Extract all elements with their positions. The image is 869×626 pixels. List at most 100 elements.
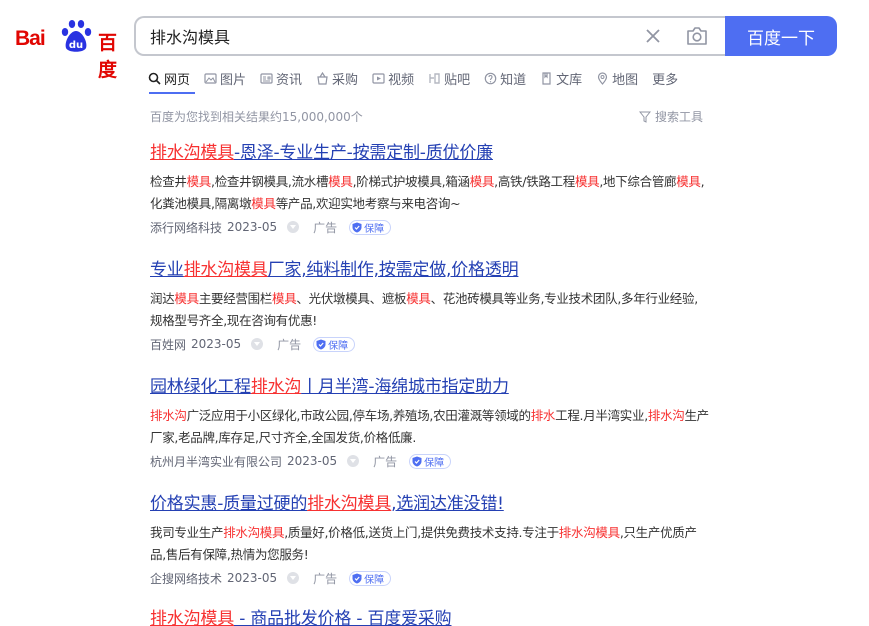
camera-icon[interactable] (686, 26, 708, 46)
result-meta: 企搜网络技术 2023-05 广告 保障 (150, 568, 710, 588)
text-segment: 等产品,欢迎实地考察与来电咨询~ (275, 196, 461, 211)
tab-more[interactable]: 更多 (652, 66, 678, 90)
tab-news[interactable]: 资讯 (260, 66, 302, 90)
tab-label: 更多 (652, 72, 679, 88)
ad-dropdown-icon[interactable] (251, 338, 264, 350)
search-tools-label: 搜索工具 (655, 110, 704, 124)
result-meta: 百姓网 2023-05 广告 保障 (150, 334, 710, 354)
result-item: 价格实惠-质量过硬的排水沟模具,选润达准没错! 我司专业生产排水沟模具,质量好,… (150, 489, 710, 588)
highlighted-keyword: 排水沟 (250, 377, 302, 397)
highlighted-keyword: 模具 (574, 174, 600, 189)
tab-map[interactable]: 地图 (596, 66, 638, 90)
text-segment: 检查井 (150, 174, 187, 189)
tab-label: 图片 (220, 72, 247, 88)
text-segment: ,阶梯式护坡模具,箱涵 (352, 174, 470, 189)
result-item: 排水沟模具 - 商品批发价格 - 百度爱采购 (150, 604, 710, 626)
guarantee-badge[interactable]: 保障 (313, 336, 356, 352)
logo-text-bai: Bai (15, 27, 46, 50)
highlighted-keyword: 排水沟模具 (150, 143, 234, 163)
tab-zhidao[interactable]: 知道 (484, 66, 526, 90)
basket-icon (317, 71, 328, 85)
map-icon (598, 71, 608, 85)
highlighted-keyword: 模具 (251, 196, 276, 211)
result-title-link[interactable]: 园林绿化工程排水沟丨月半湾-海绵城市指定助力 (150, 372, 710, 397)
text-segment: 广泛应用于小区绿化,市政公园,停车场,养殖场,农田灌溉等领域的 (186, 408, 531, 423)
tab-label: 资讯 (276, 72, 303, 88)
ad-dropdown-icon[interactable] (287, 572, 300, 584)
result-source[interactable]: 企搜网络技术 (150, 570, 222, 587)
tab-video[interactable]: 视频 (372, 66, 414, 90)
result-source[interactable]: 百姓网 (150, 336, 186, 353)
highlighted-keyword: 排水沟模具 (183, 260, 268, 280)
text-segment: ,高铁/铁路工程 (494, 174, 575, 189)
search-tabs: 网页 图片 资讯 采购 视频 贴吧 知道 文库 地图 更多 (148, 66, 692, 90)
tab-label: 视频 (388, 72, 415, 88)
news-icon (260, 72, 273, 84)
highlighted-keyword: 模具 (676, 174, 701, 189)
filter-icon (639, 111, 651, 123)
text-segment: 专业 (150, 260, 184, 280)
text-segment: ,地下综合管廊 (599, 174, 677, 189)
result-title-link[interactable]: 排水沟模具 - 商品批发价格 - 百度爱采购 (150, 604, 710, 626)
text-segment: 丨月半湾-海绵城市指定助力 (301, 377, 509, 397)
result-date: 2023-05 (227, 571, 278, 585)
shield-check-icon (316, 339, 326, 349)
tab-web[interactable]: 网页 (148, 66, 190, 90)
text-segment: 、光伏墩模具、遮板 (296, 291, 407, 306)
highlighted-keyword: 模具 (174, 291, 199, 306)
result-title-link[interactable]: 专业排水沟模具厂家,纯料制作,按需定做,价格透明 (150, 255, 710, 280)
ad-label: 广告 (313, 220, 338, 235)
text-segment: 工程.月半湾实业, (555, 408, 648, 423)
highlighted-keyword: 排水沟模具 (150, 609, 234, 626)
tab-label: 采购 (332, 72, 359, 88)
highlighted-keyword: 排水沟模具 (558, 525, 620, 540)
result-title-link[interactable]: 排水沟模具-恩泽-专业生产-按需定制-质优价廉 (150, 138, 710, 163)
search-tools-button[interactable]: 搜索工具 (639, 108, 703, 125)
guarantee-badge[interactable]: 保障 (409, 453, 452, 469)
tab-label: 贴吧 (444, 72, 471, 88)
ad-label: 广告 (313, 571, 338, 586)
shield-check-icon (412, 456, 422, 466)
result-item: 专业排水沟模具厂家,纯料制作,按需定做,价格透明 润达模具主要经营围栏模具、光伏… (150, 255, 710, 354)
highlighted-keyword: 排水沟模具 (223, 525, 285, 540)
text-segment: 价格实惠-质量过硬的 (150, 494, 308, 514)
tab-images[interactable]: 图片 (204, 66, 246, 90)
result-source[interactable]: 添行网络科技 (150, 219, 222, 236)
guarantee-label: 保障 (424, 457, 445, 469)
tab-purchase[interactable]: 采购 (316, 66, 358, 90)
result-item: 园林绿化工程排水沟丨月半湾-海绵城市指定助力 排水沟广泛应用于小区绿化,市政公园… (150, 372, 710, 471)
search-button[interactable]: 百度一下 (725, 16, 837, 56)
result-meta: 杭州月半湾实业有限公司 2023-05 广告 保障 (150, 451, 710, 471)
text-segment: -恩泽-专业生产-按需定制-质优价廉 (234, 143, 493, 163)
result-description: 排水沟广泛应用于小区绿化,市政公园,停车场,养殖场,农田灌溉等领域的排水工程.月… (150, 405, 710, 449)
search-box (134, 16, 730, 56)
result-title-link[interactable]: 价格实惠-质量过硬的排水沟模具,选润达准没错! (150, 489, 710, 514)
guarantee-label: 保障 (328, 340, 349, 352)
result-description: 检查井模具,检查井钢模具,流水槽模具,阶梯式护坡模具,箱涵模具,高铁/铁路工程模… (150, 171, 710, 215)
guarantee-label: 保障 (364, 574, 385, 586)
text-segment: 厂家,纯料制作,按需定做,价格透明 (267, 260, 519, 280)
search-input[interactable] (150, 18, 630, 54)
ad-dropdown-icon[interactable] (287, 221, 300, 233)
active-tab-indicator (149, 92, 195, 94)
baidu-logo[interactable]: Bai du 百度 (15, 18, 119, 81)
tab-wenku[interactable]: 文库 (540, 66, 582, 90)
text-segment: 我司专业生产 (150, 525, 224, 540)
result-source[interactable]: 杭州月半湾实业有限公司 (150, 453, 282, 470)
guarantee-badge[interactable]: 保障 (349, 219, 392, 235)
text-segment: ,质量好,价格低,送货上门,提供免费技术支持.专注于 (284, 525, 559, 540)
tab-label: 知道 (500, 72, 527, 88)
guarantee-label: 保障 (364, 223, 385, 235)
clear-icon[interactable] (644, 27, 662, 45)
ad-dropdown-icon[interactable] (347, 455, 360, 467)
tieba-icon (429, 72, 440, 84)
tab-label: 地图 (612, 72, 639, 88)
shield-check-icon (352, 222, 362, 232)
text-segment: ,选润达准没错! (391, 494, 504, 514)
logo-text-baidu: 百度 (98, 32, 117, 81)
guarantee-badge[interactable]: 保障 (349, 570, 392, 586)
tab-tieba[interactable]: 贴吧 (428, 66, 470, 90)
highlighted-keyword: 模具 (272, 291, 297, 306)
result-date: 2023-05 (191, 337, 242, 351)
document-icon (542, 71, 551, 85)
